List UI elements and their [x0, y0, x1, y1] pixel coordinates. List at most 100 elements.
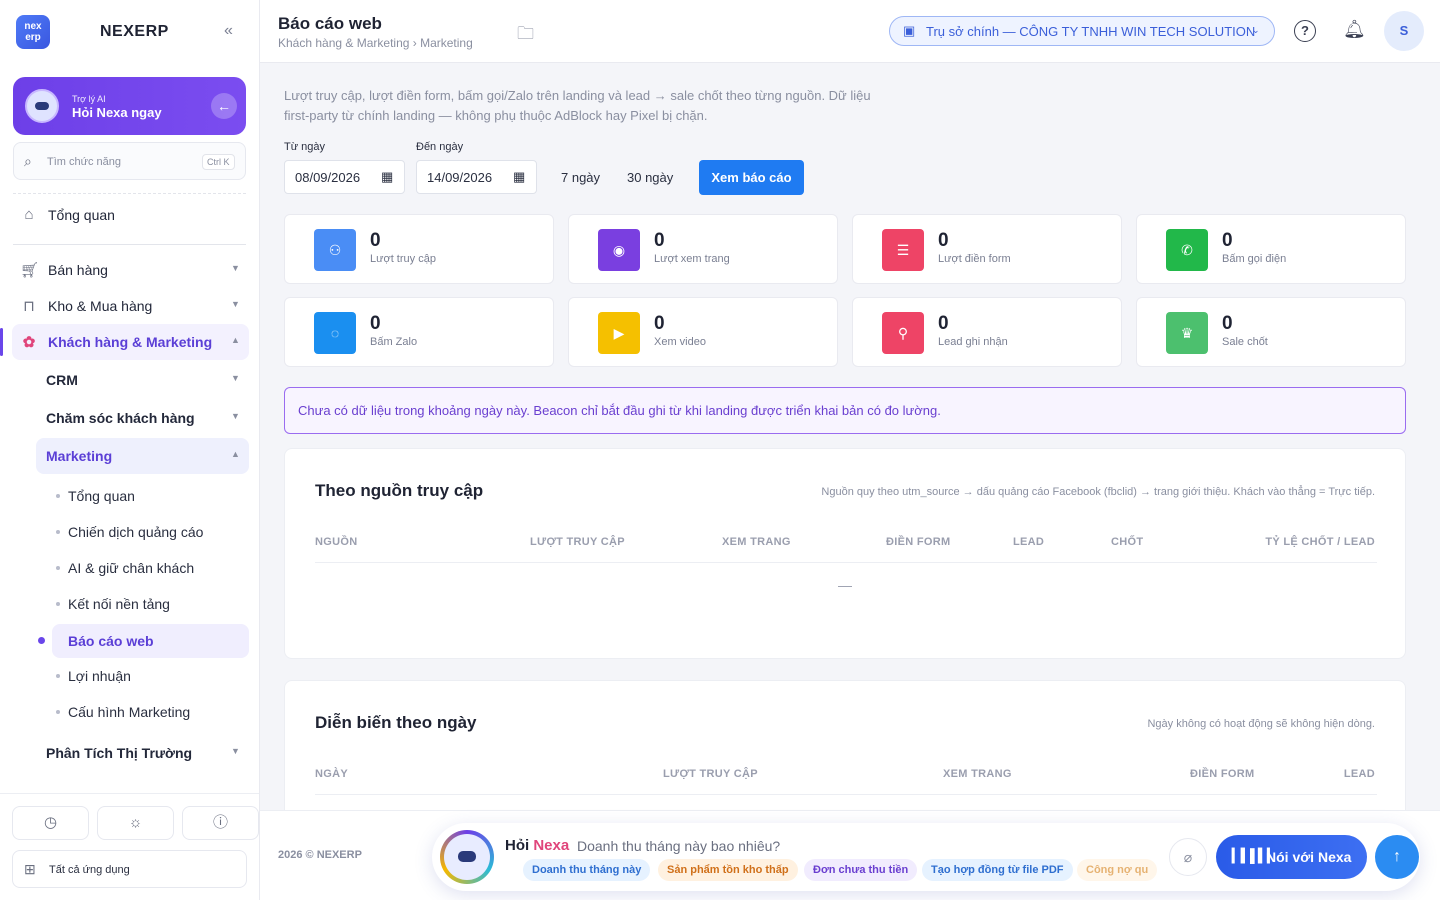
column-header[interactable]: ĐIỀN FORM	[1190, 768, 1254, 780]
by-source-card: Theo nguồn truy cập Nguồn quy theo utm_s…	[284, 448, 1406, 659]
copyright: 2026 © NEXERP	[278, 849, 362, 861]
active-indicator	[0, 328, 3, 356]
stat-value: 0	[370, 313, 381, 334]
sidebar-sub-marketing[interactable]: Marketing ▲	[36, 438, 249, 474]
sidebar-item-warehouse[interactable]: ⊓ Kho & Mua hàng ▼	[0, 288, 259, 324]
sidebar-item-crm-marketing[interactable]: ✿ Khách hàng & Marketing ▲	[0, 324, 259, 360]
logo-row: nex erp NEXERP «	[0, 0, 259, 64]
chevron-up-icon: ▲	[231, 449, 240, 459]
sidebar-item-sales[interactable]: 🛒︎ Bán hàng ▼	[0, 252, 259, 288]
talk-to-nexa-button[interactable]: ▎▍▌▍▎ Nói với Nexa	[1216, 835, 1367, 879]
sidebar-sub-customer-care[interactable]: Chăm sóc khách hàng ▼	[46, 400, 249, 436]
calendar-icon[interactable]: ▦	[381, 169, 393, 185]
column-header[interactable]: LƯỢT TRUY CẬP	[663, 768, 758, 780]
search-placeholder: Tìm chức năng	[47, 156, 122, 168]
bullet-dot	[56, 710, 60, 714]
sidebar-leaf-ai-retention[interactable]: AI & giữ chân khách	[52, 551, 249, 585]
folder-icon[interactable]: 🗀︎	[517, 21, 534, 50]
stat-label: Lead ghi nhận	[938, 336, 1008, 348]
bell-icon[interactable]: 🔔︎	[1343, 19, 1366, 40]
user-avatar[interactable]: S	[1384, 11, 1424, 51]
theme-button[interactable]: ☼	[97, 806, 174, 840]
chevron-down-icon: ▼	[231, 263, 240, 273]
column-header[interactable]: LƯỢT TRUY CẬP	[530, 536, 625, 548]
footer: 2026 © NEXERP Hỏi Nexa Doanh thu tháng n…	[260, 810, 1440, 900]
section-note: Nguồn quy theo utm_source → dấu quảng cá…	[821, 486, 1375, 498]
function-search[interactable]: ⌕ Tìm chức năng Ctrl K	[13, 142, 246, 180]
column-header[interactable]: NGÀY	[315, 768, 348, 780]
stat-value: 0	[654, 230, 665, 251]
top-bar: Báo cáo web Khách hàng & Marketing › Mar…	[260, 0, 1440, 63]
company-selector[interactable]: ▣ Trụ sở chính — CÔNG TY TNHH WIN TECH S…	[889, 16, 1275, 46]
calendar-icon[interactable]: ▦	[513, 169, 525, 185]
quick-30-days-button[interactable]: 30 ngày	[627, 170, 673, 185]
collapse-sidebar-icon[interactable]: «	[224, 22, 233, 40]
chevron-down-icon: ▼	[231, 746, 240, 756]
to-date-input[interactable]: 14/09/2026 ▦	[416, 160, 537, 194]
page-description: Lượt truy cập, lượt điền form, bấm gọi/Z…	[284, 88, 871, 123]
column-header[interactable]: XEM TRANG	[943, 768, 1012, 780]
all-apps-button[interactable]: ⊞ Tất cả ứng dụng	[12, 850, 247, 888]
sidebar-leaf-label: Tổng quan	[68, 488, 135, 504]
column-header[interactable]: LEAD	[1344, 768, 1375, 780]
column-header[interactable]: NGUỒN	[315, 536, 357, 548]
column-header[interactable]: XEM TRANG	[722, 536, 791, 548]
stat-card-form-fills: ☰ 0 Lượt điền form	[852, 214, 1122, 284]
column-header[interactable]: CHỐT	[1111, 536, 1143, 548]
chat-input[interactable]: Doanh thu tháng này bao nhiêu?	[577, 838, 780, 854]
send-arrow-up-icon[interactable]: ↑	[1375, 835, 1419, 879]
sidebar-sub-market-analysis[interactable]: Phân Tích Thị Trường ▼	[46, 735, 249, 771]
ai-assistant-card[interactable]: Trợ lý AI Hỏi Nexa ngay ←	[13, 77, 246, 135]
help-icon[interactable]: ?	[1294, 20, 1316, 42]
all-apps-label: Tất cả ứng dụng	[49, 864, 130, 876]
report-issue-button[interactable]: ⓘ	[182, 806, 259, 840]
column-header[interactable]: LEAD	[1013, 536, 1044, 548]
sidebar-leaf-overview[interactable]: Tổng quan	[52, 479, 249, 513]
stat-card-zalo: ◌ 0 Bấm Zalo	[284, 297, 554, 367]
view-report-button[interactable]: Xem báo cáo	[699, 160, 804, 195]
no-data-alert: Chưa có dữ liệu trong khoảng ngày này. B…	[284, 387, 1406, 434]
sidebar-leaf-ad-campaigns[interactable]: Chiến dịch quảng cáo	[52, 515, 249, 549]
sidebar-sub-crm[interactable]: CRM ▼	[46, 362, 249, 398]
sidebar-sub-label: CRM	[46, 372, 78, 388]
suggestion-chip[interactable]: Tạo hợp đồng từ file PDF	[922, 859, 1073, 881]
stat-card-visits: ⚇ 0 Lượt truy cập	[284, 214, 554, 284]
to-date-label: Đến ngày	[416, 141, 464, 153]
sidebar-item-label: Bán hàng	[48, 262, 108, 278]
grid-icon: ⊞	[24, 861, 36, 877]
nexa-bot-icon	[440, 830, 494, 884]
sidebar-leaf-integrations[interactable]: Kết nối nền tảng	[52, 587, 249, 621]
stat-value: 0	[938, 230, 949, 251]
stat-label: Xem video	[654, 336, 706, 348]
quick-7-days-button[interactable]: 7 ngày	[561, 170, 600, 185]
column-header[interactable]: TỶ LỆ CHỐT / LEAD	[1265, 536, 1375, 548]
history-button[interactable]: ◷	[12, 806, 89, 840]
sidebar-sub-label: Phân Tích Thị Trường	[46, 745, 193, 761]
stat-label: Lượt xem trang	[654, 253, 730, 265]
talk-label: Nói với Nexa	[1266, 849, 1352, 865]
arrow-left-icon[interactable]: ←	[211, 93, 237, 119]
suggestion-chip[interactable]: Đơn chưa thu tiền	[804, 859, 918, 881]
paperclip-icon[interactable]: ⌀	[1169, 838, 1207, 876]
sidebar-leaf-marketing-config[interactable]: Cấu hình Marketing	[52, 695, 249, 729]
ai-card-caption: Trợ lý AI	[72, 94, 106, 104]
stat-card-sales-closed: ♛ 0 Sale chốt	[1136, 297, 1406, 367]
stat-value: 0	[938, 313, 949, 334]
search-shortcut: Ctrl K	[202, 154, 235, 170]
page-title: Báo cáo web	[278, 14, 382, 33]
divider	[13, 244, 246, 245]
from-date-input[interactable]: 08/09/2026 ▦	[284, 160, 405, 194]
sidebar-leaf-label: Kết nối nền tảng	[68, 596, 170, 612]
trophy-icon: ♛	[1166, 312, 1208, 354]
sidebar-leaf-web-report[interactable]: Báo cáo web	[38, 624, 249, 658]
suggestion-chip[interactable]: Công nợ qu	[1077, 859, 1158, 881]
sidebar-item-overview[interactable]: ⌂ Tổng quan	[0, 197, 259, 233]
suggestion-chip[interactable]: Sản phẩm tồn kho thấp	[658, 859, 798, 881]
suggestion-chip[interactable]: Doanh thu tháng này	[523, 859, 651, 881]
app-logo[interactable]: nex erp	[16, 15, 50, 49]
column-header[interactable]: ĐIỀN FORM	[886, 536, 950, 548]
company-name: Trụ sở chính — CÔNG TY TNHH WIN TECH SOL…	[926, 24, 1256, 39]
to-date-value: 14/09/2026	[427, 170, 493, 185]
sidebar-leaf-label: Báo cáo web	[68, 633, 154, 649]
sidebar-leaf-profit[interactable]: Lợi nhuận	[52, 659, 249, 693]
